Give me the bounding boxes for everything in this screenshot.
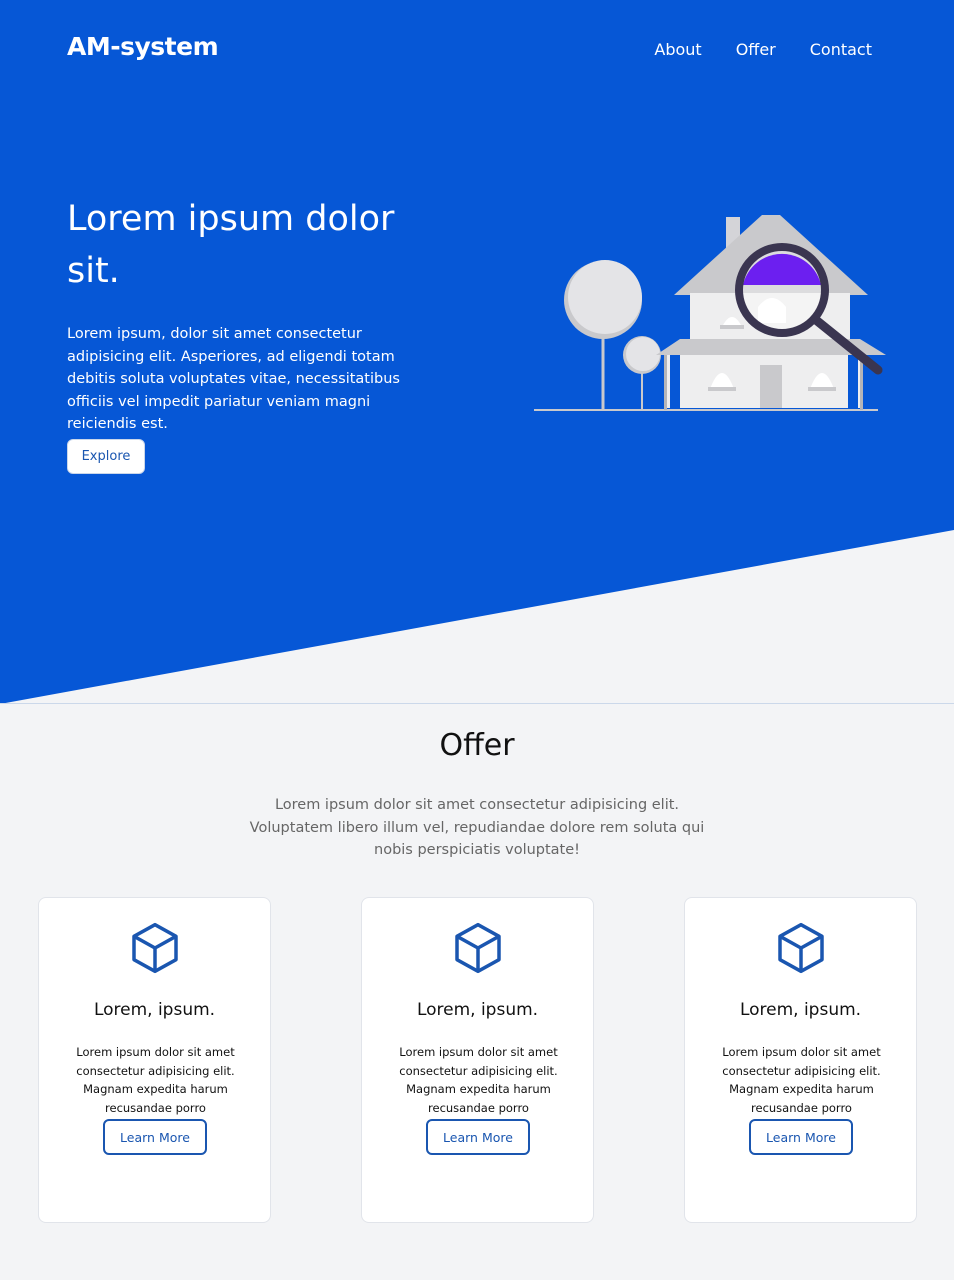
learn-more-button[interactable]: Learn More xyxy=(749,1119,853,1155)
house-search-illustration xyxy=(534,215,886,411)
learn-more-button[interactable]: Learn More xyxy=(103,1119,207,1155)
offer-subtitle: Lorem ipsum dolor sit amet consectetur a… xyxy=(249,797,705,858)
hero-title: Lorem ipsum dolor sit. xyxy=(67,199,395,291)
main-nav: About Offer Contact xyxy=(654,40,872,59)
offer-card-1: Lorem, ipsum. Lorem ipsum dolor sit amet… xyxy=(38,897,271,1223)
site-logo[interactable]: AM-system xyxy=(67,32,219,61)
card-text: Lorem ipsum dolor sit amet consectetur a… xyxy=(722,1045,881,1115)
card-title: Lorem, ipsum. xyxy=(416,1000,539,1020)
offer-card-3: Lorem, ipsum. Lorem ipsum dolor sit amet… xyxy=(684,897,917,1223)
card-title: Lorem, ipsum. xyxy=(739,1000,862,1020)
box-icon xyxy=(778,922,824,974)
offer-card-2: Lorem, ipsum. Lorem ipsum dolor sit amet… xyxy=(361,897,594,1223)
offer-title: Offer xyxy=(439,728,515,763)
card-text: Lorem ipsum dolor sit amet consectetur a… xyxy=(76,1045,235,1115)
nav-about[interactable]: About xyxy=(654,40,701,59)
explore-button[interactable]: Explore xyxy=(67,439,145,474)
hero-divider xyxy=(0,703,954,704)
card-title: Lorem, ipsum. xyxy=(93,1000,216,1020)
card-text: Lorem ipsum dolor sit amet consectetur a… xyxy=(399,1045,558,1115)
learn-more-button[interactable]: Learn More xyxy=(426,1119,530,1155)
nav-contact[interactable]: Contact xyxy=(810,40,872,59)
box-icon xyxy=(455,922,501,974)
box-icon xyxy=(132,922,178,974)
nav-offer[interactable]: Offer xyxy=(736,40,776,59)
hero-text: Lorem ipsum, dolor sit amet consectetur … xyxy=(67,326,400,432)
